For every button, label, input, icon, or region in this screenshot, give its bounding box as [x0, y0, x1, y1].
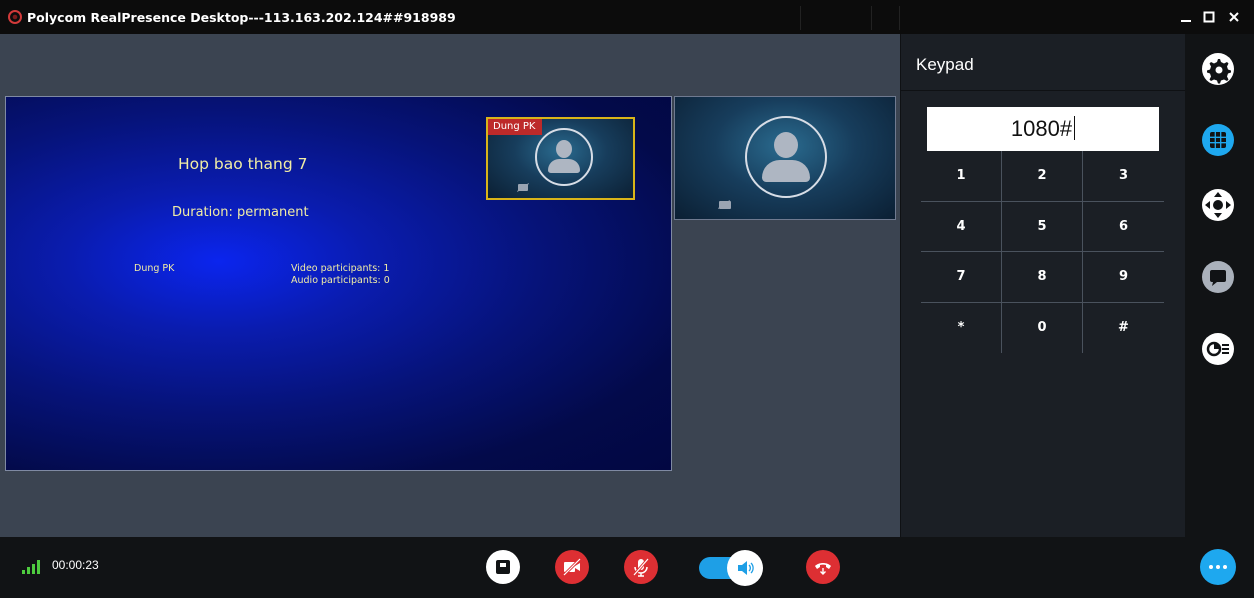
video-area: Hop bao thang 7 Duration: permanent Dung…: [0, 34, 900, 537]
key-8[interactable]: 8: [1002, 252, 1083, 303]
dial-input[interactable]: 1080#: [927, 107, 1159, 151]
more-button[interactable]: [1200, 549, 1236, 585]
camera-off-icon: [518, 184, 528, 191]
key-6[interactable]: 6: [1083, 202, 1164, 252]
camera-control-icon[interactable]: [1201, 188, 1235, 222]
maximize-icon[interactable]: [1197, 5, 1221, 29]
participant-name: Dung PK: [134, 263, 175, 274]
title-divider: [871, 6, 872, 30]
camera-off-icon: [719, 201, 731, 209]
self-view-tile[interactable]: Dung PK: [486, 117, 635, 200]
gear-icon[interactable]: [1201, 52, 1235, 86]
self-view-label: Dung PK: [488, 119, 542, 135]
minimize-icon[interactable]: [1174, 5, 1198, 29]
audio-participants: Audio participants: 0: [291, 275, 390, 286]
title-bar: Polycom RealPresence Desktop---113.163.2…: [0, 0, 1254, 34]
title-divider: [800, 6, 801, 30]
microphone-off-icon: [632, 558, 650, 577]
key-0[interactable]: 0: [1002, 302, 1083, 353]
avatar: [535, 128, 593, 186]
divider: [901, 90, 1185, 91]
chat-icon[interactable]: [1201, 260, 1235, 294]
camera-off-icon: [562, 557, 582, 577]
content-list-icon[interactable]: [1201, 332, 1235, 366]
polycom-logo-icon: [8, 10, 22, 24]
key-7[interactable]: 7: [921, 252, 1002, 303]
keypad-grid: 1 2 3 4 5 6 7 8 9 * 0 #: [921, 151, 1164, 353]
window-title: Polycom RealPresence Desktop---113.163.2…: [27, 9, 456, 25]
self-view-button[interactable]: [486, 550, 520, 584]
close-icon[interactable]: [1222, 5, 1246, 29]
speaker-icon: [738, 561, 754, 575]
key-3[interactable]: 3: [1083, 151, 1164, 202]
key-hash[interactable]: #: [1083, 303, 1164, 354]
keypad-grid-icon[interactable]: [1201, 123, 1235, 157]
conference-title: Hop bao thang 7: [178, 155, 308, 173]
video-participants: Video participants: 1: [291, 263, 390, 274]
key-5[interactable]: 5: [1002, 201, 1083, 252]
signal-strength-icon: [22, 560, 42, 574]
hang-up-button[interactable]: [806, 550, 840, 584]
mic-mute-button[interactable]: [624, 550, 658, 584]
call-duration: 00:00:23: [52, 558, 99, 572]
dial-input-value: 1080#: [1010, 116, 1073, 141]
more-icon: [1209, 565, 1227, 569]
text-caret: [1074, 116, 1076, 140]
key-star[interactable]: *: [921, 302, 1002, 353]
participant-stats: Video participants: 1 Audio participants…: [291, 263, 390, 287]
remote-video-tile[interactable]: [674, 96, 896, 220]
phone-hangup-icon: [815, 563, 831, 575]
key-2[interactable]: 2: [1002, 151, 1083, 202]
keypad-panel: Keypad 1080# 1 2 3 4 5 6 7 8 9 * 0 #: [900, 34, 1185, 537]
avatar: [745, 116, 827, 198]
video-mute-button[interactable]: [555, 550, 589, 584]
key-4[interactable]: 4: [921, 201, 1002, 252]
content-slide: Hop bao thang 7 Duration: permanent Dung…: [5, 96, 672, 471]
bottom-toolbar: 00:00:23: [0, 537, 1254, 598]
speaker-volume-button[interactable]: [727, 550, 763, 586]
keypad-title: Keypad: [916, 55, 974, 74]
title-divider: [899, 6, 900, 30]
key-9[interactable]: 9: [1083, 252, 1164, 303]
key-1[interactable]: 1: [921, 151, 1002, 202]
conference-duration: Duration: permanent: [172, 205, 309, 220]
right-sidebar: [1185, 34, 1254, 537]
